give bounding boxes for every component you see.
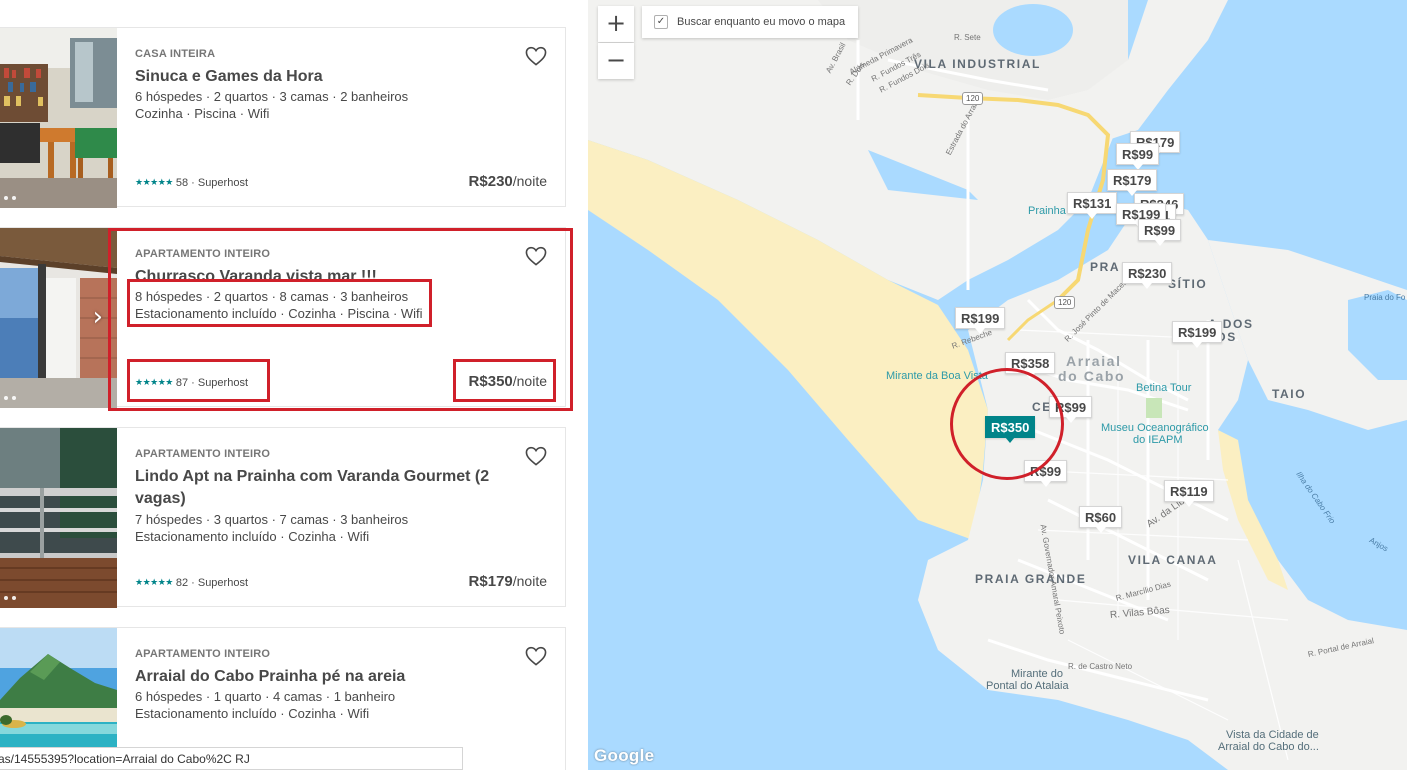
area-label: VILA INDUSTRIAL	[914, 57, 1041, 71]
price-pin[interactable]: R$99	[1116, 143, 1160, 170]
listing-capacity: 7 hóspedes · 3 quartos · 7 camas · 3 ban…	[135, 512, 409, 527]
price-pin[interactable]: R$199	[955, 307, 1006, 334]
road-label: Praia do Fo	[1364, 293, 1406, 302]
heart-icon[interactable]	[525, 46, 547, 66]
listing-price: R$230/noite	[469, 173, 547, 190]
listing-rating: ★★★★★ 58 · Superhost	[135, 177, 248, 189]
price-pin[interactable]: R$131	[1067, 192, 1118, 219]
listing-photo[interactable]: ›	[0, 228, 117, 408]
listing-amenities: Cozinha · Piscina · Wifi	[135, 106, 270, 121]
area-label: TAIO	[1272, 387, 1307, 401]
review-count: 82 · Superhost	[175, 577, 248, 589]
road-label: R. Sete	[954, 33, 981, 42]
highway-shield: 120	[962, 92, 984, 105]
price-pin[interactable]: R$179	[1107, 169, 1158, 196]
highlight-circle	[950, 368, 1064, 480]
review-count: 58 · Superhost	[175, 177, 248, 189]
listing-card[interactable]: APARTAMENTO INTEIRO Lindo Apt na Prainha…	[0, 427, 566, 608]
price-unit: /noite	[512, 573, 547, 589]
zoom-out-button[interactable]: −	[598, 43, 634, 79]
price-amount: R$179	[468, 573, 513, 590]
listing-rating: ★★★★★ 82 · Superhost	[135, 577, 248, 589]
listing-type: CASA INTEIRA	[135, 48, 216, 60]
road-label: R. de Castro Neto	[1068, 662, 1133, 671]
listing-title[interactable]: Sinuca e Games da Hora	[135, 66, 515, 88]
heart-icon[interactable]	[525, 646, 547, 666]
listing-title[interactable]: Arraial do Cabo Prainha pé na areia	[135, 666, 515, 688]
google-logo: Google	[594, 746, 655, 765]
listing-card[interactable]: CASA INTEIRA Sinuca e Games da Hora 6 hó…	[0, 27, 566, 208]
search-as-move-label: Buscar enquanto eu movo o mapa	[677, 16, 846, 28]
area-label: SÍTIO	[1168, 277, 1208, 291]
listing-capacity: 6 hóspedes · 2 quartos · 3 camas · 2 ban…	[135, 89, 409, 104]
checkbox-icon[interactable]: ✓	[654, 15, 668, 29]
listing-photo[interactable]	[0, 28, 117, 208]
highlight-price-box	[453, 359, 556, 402]
listing-amenities: Estacionamento incluído · Cozinha · Wifi	[135, 706, 370, 721]
listing-title[interactable]: Lindo Apt na Prainha com Varanda Gourmet…	[135, 466, 515, 510]
poi-label[interactable]: Betina Tour	[1136, 382, 1191, 395]
price-pin[interactable]: R$199	[1172, 321, 1223, 348]
poi-label[interactable]: Prainha	[1028, 205, 1066, 218]
zoom-in-button[interactable]: +	[598, 6, 634, 42]
listing-price: R$179/noite	[469, 573, 547, 590]
listing-photo[interactable]	[0, 428, 117, 608]
poi-label[interactable]: Pontal do Atalaia	[986, 680, 1069, 693]
listing-amenities: Estacionamento incluído · Cozinha · Wifi	[135, 529, 370, 544]
price-pin[interactable]: R$230	[1122, 262, 1173, 289]
area-label: PRAIA GRANDE	[975, 572, 1087, 586]
listing-type: APARTAMENTO INTEIRO	[135, 648, 271, 660]
poi-label[interactable]: Arraial do Cabo do...	[1218, 741, 1319, 754]
area-label: VILA CANAA	[1128, 553, 1218, 567]
listing-capacity: 6 hóspedes · 1 quarto · 4 camas · 1 banh…	[135, 689, 396, 704]
price-unit: /noite	[512, 173, 547, 189]
price-pin[interactable]: R$99	[1138, 219, 1182, 246]
status-url: as/14555395?location=Arraial do Cabo%2C …	[0, 747, 463, 770]
area-label: Arraial	[1066, 353, 1122, 369]
price-amount: R$230	[468, 173, 513, 190]
highway-shield: 120	[1054, 296, 1076, 309]
search-as-move-toggle[interactable]: ✓ Buscar enquanto eu movo o mapa	[642, 6, 858, 38]
listing-type: APARTAMENTO INTEIRO	[135, 448, 271, 460]
area-label: do Cabo	[1058, 368, 1126, 384]
area-label: PRA	[1090, 260, 1121, 274]
price-pin[interactable]: R$119	[1164, 480, 1214, 507]
poi-label[interactable]: do IEAPM	[1133, 434, 1183, 447]
highlight-details-box	[127, 279, 432, 327]
heart-icon[interactable]	[525, 446, 547, 466]
map[interactable]: + − ✓ Buscar enquanto eu movo o mapa VIL…	[588, 0, 1407, 770]
chevron-right-icon[interactable]: ›	[93, 304, 103, 330]
highlight-rating-box	[127, 359, 270, 402]
listing-panel: CASA INTEIRA Sinuca e Games da Hora 6 hó…	[0, 0, 588, 770]
star-rating-icon: ★★★★★	[135, 578, 173, 588]
star-rating-icon: ★★★★★	[135, 178, 173, 188]
price-pin[interactable]: R$60	[1079, 506, 1123, 533]
